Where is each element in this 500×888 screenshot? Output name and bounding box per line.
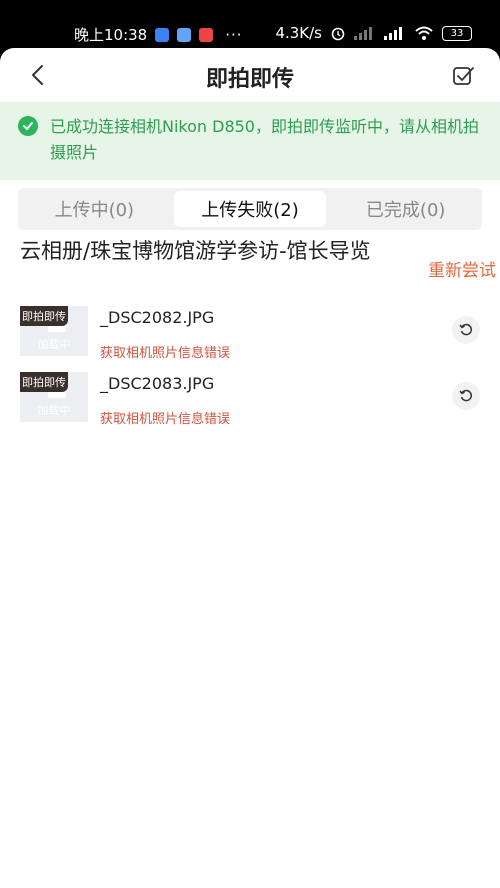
status-more: ··· [225, 25, 243, 44]
tab-completed[interactable]: 已完成(0) [329, 188, 482, 230]
album-title: 云相册/珠宝博物馆游学参访-馆长导览 [20, 239, 371, 263]
check-circle-icon [18, 116, 38, 136]
retry-button[interactable] [452, 316, 480, 344]
header: 即拍即传 [0, 48, 500, 102]
banner-text: 已成功连接相机Nikon D850，即拍即传监听中，请从相机拍摄照片 [50, 117, 479, 162]
status-bar: 晚上10:38 ··· 4.3K/s 33 [0, 0, 500, 50]
page-title: 即拍即传 [205, 67, 294, 92]
alarm-icon [331, 27, 345, 41]
list-item[interactable]: 加载中 即拍即传 _DSC2082.JPG 获取相机照片信息错误 [0, 306, 500, 361]
refresh-icon [459, 323, 473, 336]
status-time: 晚上10:38 [74, 26, 148, 44]
signal-icon [354, 27, 372, 40]
notification-app-icon [155, 27, 170, 42]
checkbox-edit-icon [453, 67, 474, 85]
retry-all-button[interactable]: 重新尝试 [428, 256, 496, 281]
network-speed: 4.3K/s [275, 24, 322, 42]
wifi-icon [415, 26, 433, 40]
signal-hd-icon [384, 27, 402, 40]
tab-bar: 上传中(0) 上传失败(2) 已完成(0) [18, 188, 482, 230]
source-badge: 即拍即传 [20, 372, 68, 392]
tab-uploading[interactable]: 上传中(0) [18, 188, 171, 230]
notification-app-icon [199, 27, 214, 42]
error-message: 获取相机照片信息错误 [100, 346, 231, 361]
loading-text: 加载中 [37, 338, 71, 351]
retry-button[interactable] [452, 382, 480, 410]
battery-icon: 33 [442, 25, 472, 41]
edit-button[interactable] [448, 61, 478, 91]
refresh-icon [459, 389, 473, 402]
file-name: _DSC2082.JPG [100, 308, 215, 327]
source-badge: 即拍即传 [20, 306, 68, 326]
connection-banner: 已成功连接相机Nikon D850，即拍即传监听中，请从相机拍摄照片 [0, 102, 500, 180]
app-screen: 即拍即传 已成功连接相机Nikon D850，即拍即传监听中，请从相机拍摄照片 … [0, 48, 500, 888]
list-item[interactable]: 加载中 即拍即传 _DSC2083.JPG 获取相机照片信息错误 [0, 372, 500, 427]
notification-app-icon [177, 27, 192, 42]
file-name: _DSC2083.JPG [100, 374, 215, 393]
loading-text: 加载中 [37, 404, 71, 417]
error-message: 获取相机照片信息错误 [100, 412, 231, 427]
tab-upload-failed[interactable]: 上传失败(2) [173, 191, 327, 227]
